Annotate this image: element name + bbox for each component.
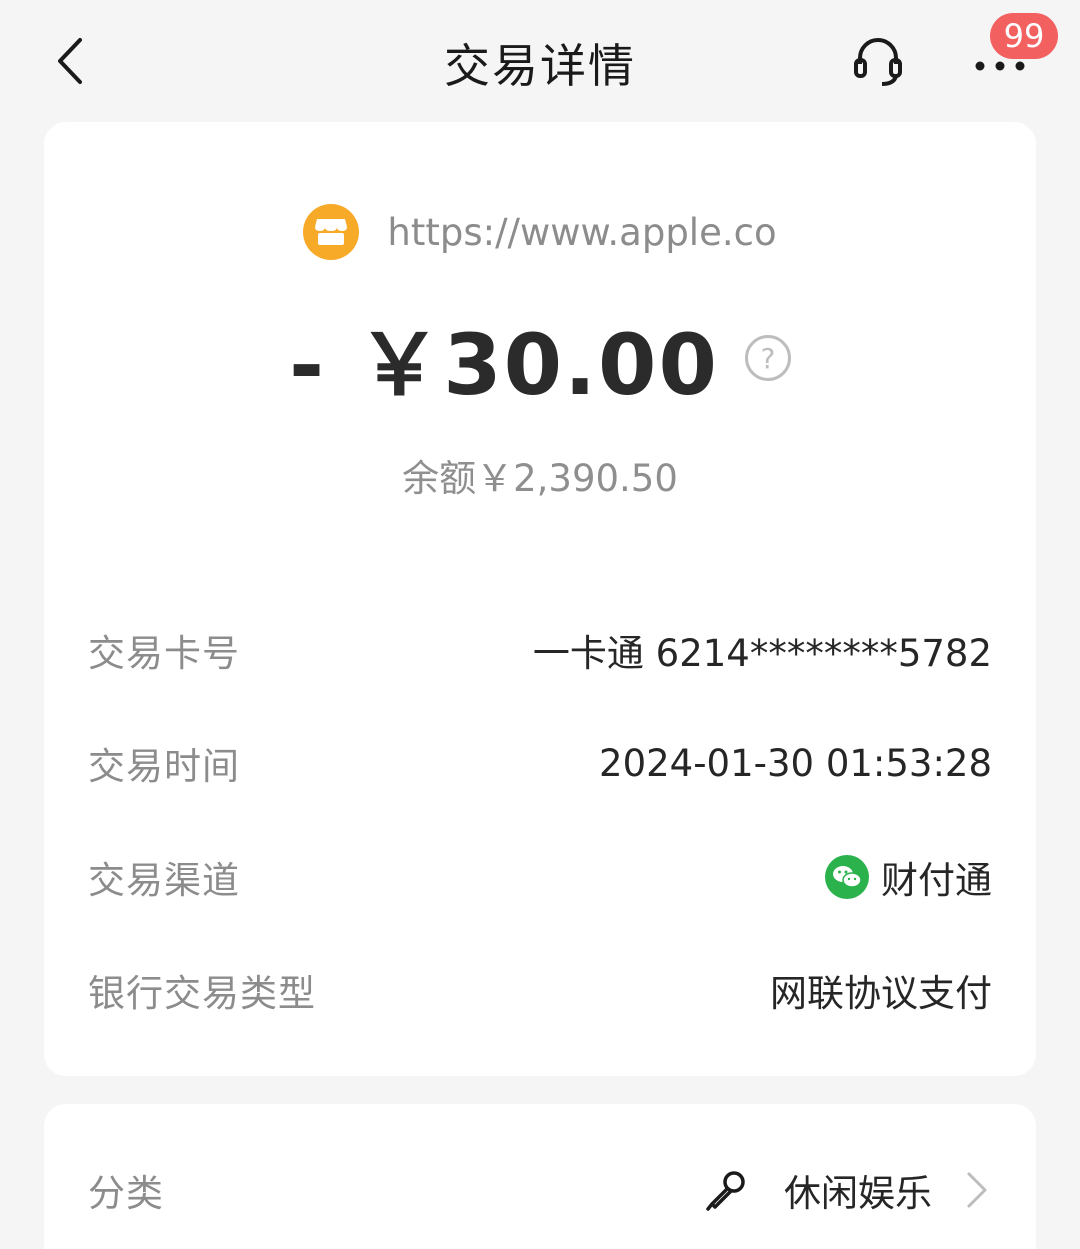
- account-balance: 余额￥2,390.50: [402, 457, 678, 500]
- merchant-info: https://www.apple.co: [44, 202, 1036, 262]
- headset-icon: [850, 32, 906, 92]
- customer-service-button[interactable]: [848, 32, 908, 92]
- channel-name: 财付通: [881, 859, 992, 902]
- category-value: 休闲娱乐: [784, 1172, 932, 1215]
- category-row[interactable]: 分类 休闲娱乐: [88, 1160, 992, 1220]
- wechat-icon: [825, 855, 869, 899]
- microphone-icon: [702, 1166, 750, 1214]
- detail-label: 交易卡号: [88, 632, 240, 675]
- transaction-amount: - ￥30.00: [289, 315, 719, 414]
- detail-label: 交易渠道: [88, 859, 240, 902]
- detail-row-bank-type: 银行交易类型 网联协议支付: [88, 960, 992, 1020]
- amount-row: - ￥30.00 ?: [44, 308, 1036, 414]
- detail-row-channel: 交易渠道 财付通: [88, 847, 992, 907]
- store-icon: [303, 204, 360, 260]
- detail-value: 一卡通 6214********5782: [532, 632, 992, 675]
- detail-label: 交易时间: [88, 745, 240, 788]
- question-icon[interactable]: ?: [744, 335, 791, 381]
- detail-row-time: 交易时间 2024-01-30 01:53:28: [88, 733, 992, 793]
- category-label: 分类: [88, 1172, 164, 1215]
- transaction-card: https://www.apple.co - ￥30.00 ? 余额￥2,390…: [44, 122, 1036, 1076]
- detail-value: 网联协议支付: [770, 972, 992, 1015]
- page-title: 交易详情: [444, 39, 636, 93]
- chevron-right-icon: [962, 1170, 992, 1210]
- detail-row-card-number: 交易卡号 一卡通 6214********5782: [88, 620, 992, 680]
- nav-header: 交易详情 99: [0, 0, 1080, 122]
- transaction-detail-page: 交易详情 99 https://www.apple.co - ￥30.00 ? …: [0, 0, 1080, 1249]
- detail-value: 2024-01-30 01:53:28: [599, 741, 992, 785]
- detail-value-channel: 财付通: [825, 850, 992, 904]
- detail-label: 银行交易类型: [88, 972, 316, 1015]
- merchant-name: https://www.apple.co: [387, 210, 777, 254]
- notification-badge: 99: [990, 13, 1058, 59]
- category-card[interactable]: 分类 休闲娱乐: [44, 1104, 1036, 1249]
- category-value-group: 休闲娱乐: [702, 1163, 992, 1217]
